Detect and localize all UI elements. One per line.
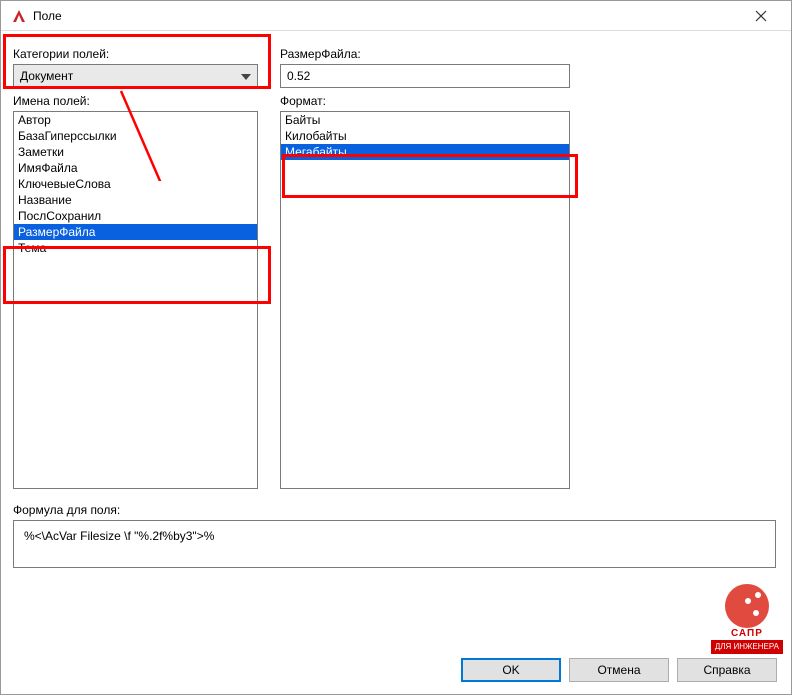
filesize-value: 0.52 — [287, 69, 310, 83]
category-dropdown[interactable]: Документ — [13, 64, 258, 88]
left-column: Категории полей: Документ Имена полей: А… — [13, 41, 258, 489]
dialog-buttons: OK Отмена Справка — [461, 658, 777, 682]
formula-value: %<\AcVar Filesize \f "%.2f%by3">% — [24, 529, 214, 543]
category-value: Документ — [20, 69, 73, 83]
format-listbox[interactable]: БайтыКилобайтыМегабайты — [280, 111, 570, 489]
watermark: САПР ДЛЯ ИНЖЕНЕРА — [711, 584, 783, 654]
list-item[interactable]: КлючевыеСлова — [14, 176, 257, 192]
formula-label: Формула для поля: — [13, 503, 779, 517]
list-item[interactable]: Байты — [281, 112, 569, 128]
list-item[interactable]: БазаГиперссылки — [14, 128, 257, 144]
window-title: Поле — [33, 9, 741, 23]
list-item[interactable]: Название — [14, 192, 257, 208]
chevron-down-icon — [241, 69, 251, 83]
list-item[interactable]: ПослСохранил — [14, 208, 257, 224]
close-icon — [755, 10, 767, 22]
watermark-sub: ДЛЯ ИНЖЕНЕРА — [711, 640, 783, 654]
formula-box: %<\AcVar Filesize \f "%.2f%by3">% — [13, 520, 776, 568]
autocad-icon — [11, 8, 27, 24]
names-listbox[interactable]: АвторБазаГиперссылкиЗаметкиИмяФайлаКлюче… — [13, 111, 258, 489]
list-item[interactable]: Автор — [14, 112, 257, 128]
category-label: Категории полей: — [13, 47, 258, 61]
list-item[interactable]: ИмяФайла — [14, 160, 257, 176]
list-item[interactable]: РазмерФайла — [14, 224, 257, 240]
help-label: Справка — [703, 663, 750, 677]
titlebar: Поле — [1, 1, 791, 31]
right-column: РазмерФайла: 0.52 Формат: БайтыКилобайты… — [280, 41, 570, 489]
list-item[interactable]: Мегабайты — [281, 144, 569, 160]
list-item[interactable]: Заметки — [14, 144, 257, 160]
names-label: Имена полей: — [13, 94, 258, 108]
ok-label: OK — [502, 663, 519, 677]
filesize-label: РазмерФайла: — [280, 47, 570, 61]
list-item[interactable]: Тема — [14, 240, 257, 256]
help-button[interactable]: Справка — [677, 658, 777, 682]
ok-button[interactable]: OK — [461, 658, 561, 682]
cancel-button[interactable]: Отмена — [569, 658, 669, 682]
dialog-content: Категории полей: Документ Имена полей: А… — [1, 31, 791, 631]
filesize-value-box: 0.52 — [280, 64, 570, 88]
close-button[interactable] — [741, 7, 781, 24]
gear-icon — [725, 584, 769, 628]
format-label: Формат: — [280, 94, 570, 108]
list-item[interactable]: Килобайты — [281, 128, 569, 144]
cancel-label: Отмена — [597, 663, 640, 677]
watermark-brand: САПР — [711, 628, 783, 640]
